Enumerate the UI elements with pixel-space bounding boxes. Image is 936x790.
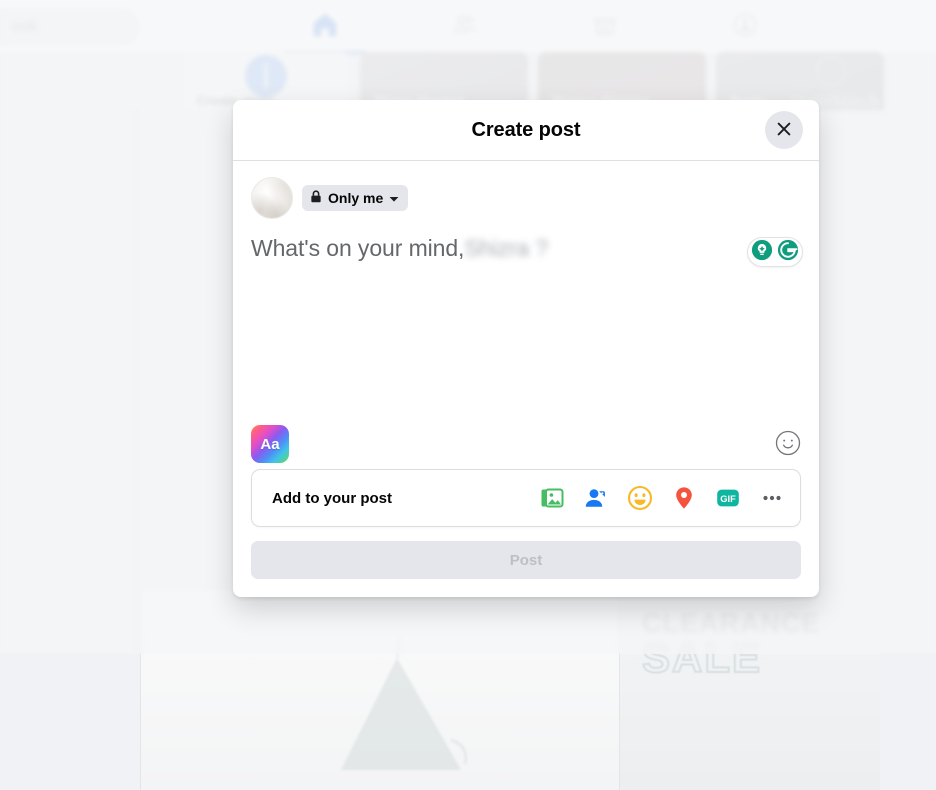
chevron-down-icon <box>389 190 399 206</box>
add-to-post-label: Add to your post <box>272 490 392 507</box>
background-color-picker[interactable]: Aa <box>251 425 289 463</box>
privacy-label: Only me <box>328 190 383 206</box>
add-to-your-post-bar: Add to your post <box>251 469 801 527</box>
lightbulb-icon <box>751 239 773 266</box>
close-button[interactable] <box>765 111 803 149</box>
composer-tools-row: Aa <box>251 419 801 469</box>
dialog-header: Create post <box>233 100 819 161</box>
dialog-footer: Add to your post <box>233 469 819 597</box>
composer-placeholder-name: Shizra ? <box>464 233 548 263</box>
composer-placeholder: What's on your mind,Shizra ? <box>251 233 801 263</box>
feeling-icon[interactable] <box>626 484 654 512</box>
post-button[interactable]: Post <box>251 541 801 579</box>
post-text-input[interactable]: What's on your mind,Shizra ? <box>251 233 801 353</box>
dialog-body: Only me What's on your mind,Shizra ? <box>233 161 819 469</box>
close-icon <box>775 120 793 141</box>
dialog-title: Create post <box>472 119 581 142</box>
grammarly-widget[interactable] <box>747 237 803 267</box>
add-to-post-icons: GIF <box>538 484 786 512</box>
svg-text:GIF: GIF <box>720 493 736 504</box>
emoji-picker[interactable] <box>775 431 801 457</box>
more-options-icon[interactable] <box>758 484 786 512</box>
create-post-dialog: Create post Only me <box>233 100 819 597</box>
photo-video-icon[interactable] <box>538 484 566 512</box>
check-in-icon[interactable] <box>670 484 698 512</box>
author-row: Only me <box>251 177 801 219</box>
post-button-label: Post <box>510 552 543 569</box>
lock-icon <box>310 190 322 206</box>
gif-icon[interactable]: GIF <box>714 484 742 512</box>
hanger-illustration-icon <box>301 630 501 790</box>
smiley-icon <box>775 430 801 459</box>
background-color-label: Aa <box>260 436 279 453</box>
tag-people-icon[interactable] <box>582 484 610 512</box>
privacy-selector[interactable]: Only me <box>302 185 408 211</box>
avatar[interactable] <box>251 177 293 219</box>
grammarly-logo-icon <box>777 239 799 266</box>
composer-placeholder-prefix: What's on your mind, <box>251 235 464 261</box>
